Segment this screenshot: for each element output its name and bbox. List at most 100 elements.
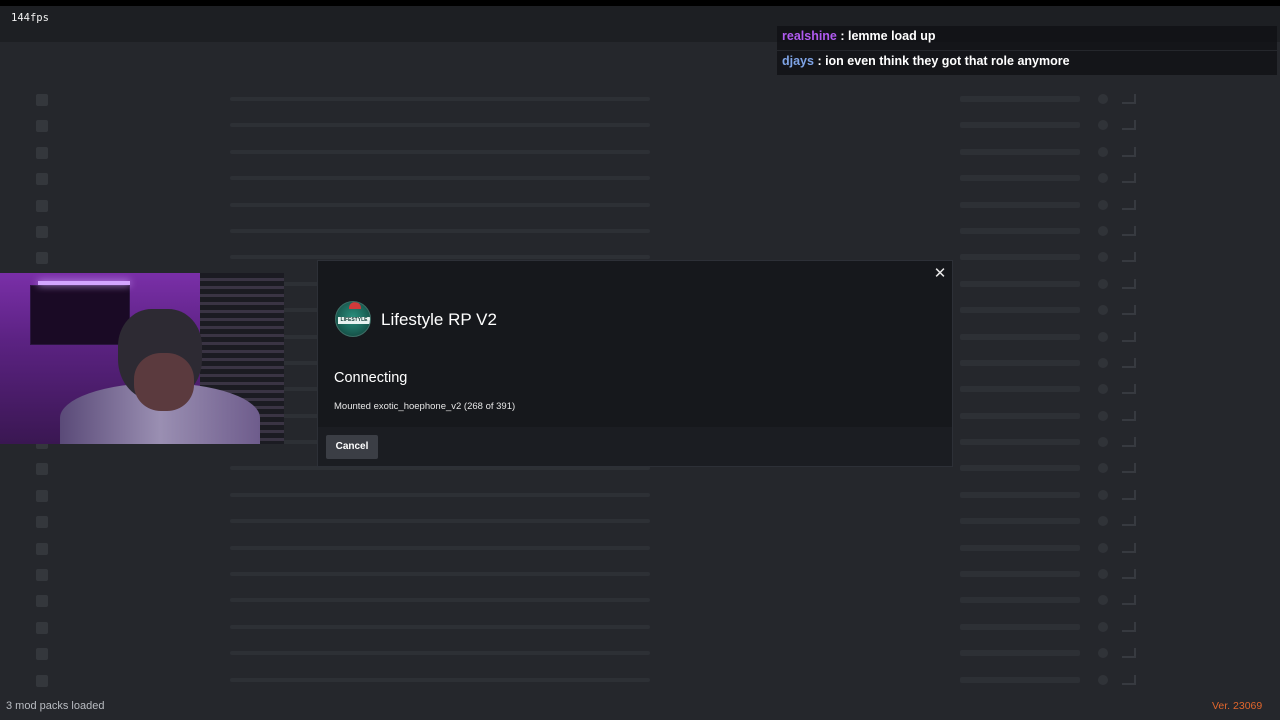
server-row-sub [230,677,650,682]
server-row-dot [1098,94,1108,104]
server-row-meta [960,201,1080,208]
server-row-rowicon [36,173,48,186]
server-row-dot [1098,648,1108,659]
server-row-bars [1122,410,1136,421]
server-row-meta [960,623,1080,630]
server-row-meta [960,544,1080,551]
server-row-bars [1122,489,1136,500]
server-row-bars [1122,569,1136,580]
server-row-rowicon [36,648,48,661]
server-row-meta [960,597,1080,604]
server-row-dot [1098,120,1108,131]
server-row-bars [1122,331,1136,342]
webcam-tv [30,285,130,345]
server-row-sub [230,255,650,260]
server-row-meta [960,518,1080,525]
server-row-sub [230,492,650,497]
status-title: Connecting [334,370,408,386]
cancel-button[interactable]: Cancel [326,435,378,459]
chat-separator: : [836,29,848,43]
server-logo-icon: LIFESTYLE [335,301,371,337]
server-row-meta [960,96,1080,102]
server-row-rowicon [36,199,48,212]
server-row-meta [960,571,1080,578]
server-row-bars [1122,120,1136,131]
server-list-row[interactable] [30,508,1240,534]
server-row-meta [960,254,1080,261]
server-row-sub [230,176,650,181]
server-row-meta [960,227,1080,234]
server-row-dot [1098,305,1108,316]
server-row-bars [1122,357,1136,368]
server-row-dot [1098,489,1108,500]
server-row-dot [1098,199,1108,210]
server-list-row[interactable] [30,587,1240,613]
stream-chat-overlay: realshine : lemme load up djays : ion ev… [777,26,1277,76]
server-list-row[interactable] [30,139,1240,165]
webcam-overlay [0,273,284,444]
server-row-sub [230,97,650,101]
server-row-rowicon [36,225,48,238]
server-list-row[interactable] [30,482,1240,508]
server-list-row[interactable] [30,165,1240,191]
server-row-dot [1098,516,1108,527]
server-row-bars [1122,252,1136,263]
server-list-row[interactable] [30,614,1240,640]
server-list-row[interactable] [30,667,1240,693]
server-row-sub [230,228,650,233]
logo-band: LIFESTYLE [338,317,370,324]
server-list-row[interactable] [30,86,1240,112]
server-row-rowicon [36,463,48,476]
server-row-bars [1122,199,1136,210]
server-row-sub [230,624,650,629]
server-row-sub [230,149,650,154]
chat-username: realshine [782,29,837,43]
server-row-bars [1122,305,1136,316]
server-list-row[interactable] [30,218,1240,244]
server-list-row[interactable] [30,112,1240,138]
server-row-meta [960,148,1080,155]
chat-text: ion even think they got that role anymor… [825,54,1070,68]
server-row-bars [1122,384,1136,395]
server-row-dot [1098,463,1108,474]
server-row-meta [960,676,1080,683]
server-row-rowicon [36,595,48,608]
server-list-row[interactable] [30,192,1240,218]
server-row-rowicon [36,621,48,634]
server-row-meta [960,465,1080,472]
chat-text: lemme load up [848,29,936,43]
server-row-rowicon [36,120,48,133]
status-detail: Mounted exotic_hoephone_v2 (268 of 391) [334,401,516,412]
server-row-sub [230,598,650,603]
chat-username: djays [782,54,814,68]
mod-packs-status: 3 mod packs loaded [6,700,105,712]
server-row-rowicon [36,489,48,502]
chat-separator: : [813,54,826,68]
server-row-rowicon [36,94,48,106]
server-row-rowicon [36,569,48,582]
server-row-bars [1122,437,1136,448]
server-row-rowicon [36,542,48,555]
server-row-meta [960,175,1080,182]
santa-hat-icon [349,302,361,309]
server-row-sub [230,466,650,471]
server-row-bars [1122,621,1136,632]
server-row-meta [960,650,1080,657]
server-row-dot [1098,410,1108,421]
server-list-row[interactable] [30,561,1240,587]
server-list-row[interactable] [30,535,1240,561]
chat-message: realshine : lemme load up [777,26,1277,50]
server-name: Lifestyle RP V2 [381,310,497,329]
server-row-meta [960,307,1080,314]
server-row-sub [230,519,650,524]
logo-text: LIFESTYLE [340,317,368,323]
close-icon[interactable]: ✕ [932,266,948,282]
server-row-meta [960,439,1080,446]
server-list-row[interactable] [30,640,1240,666]
server-row-sub [230,202,650,207]
server-row-dot [1098,331,1108,342]
server-row-meta [960,359,1080,366]
server-row-dot [1098,621,1108,632]
server-row-dot [1098,173,1108,184]
webcam-led-strip [38,281,130,285]
